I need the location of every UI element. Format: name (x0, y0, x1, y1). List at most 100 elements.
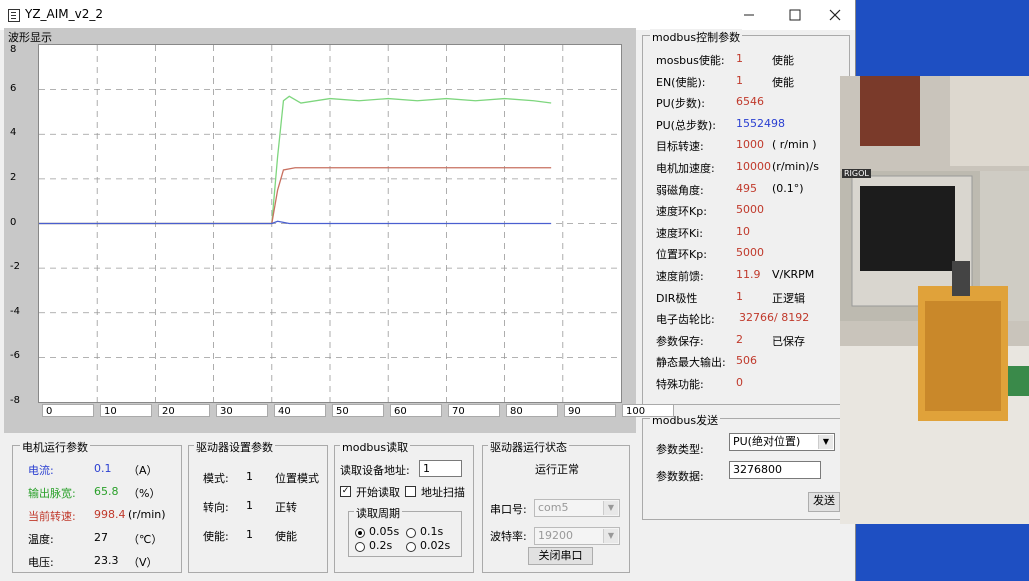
send-button[interactable]: 发送 (808, 492, 840, 512)
period-radio-3[interactable] (406, 542, 416, 552)
control-param-label: 目标转速: (656, 140, 704, 154)
start-read-checkbox[interactable]: ✓ (340, 486, 351, 497)
period-label-1: 0.1s (420, 525, 444, 538)
control-param-label: PU(步数): (656, 97, 705, 111)
period-label-2: 0.2s (369, 539, 393, 552)
period-label-3: 0.02s (420, 539, 451, 552)
minimize-button[interactable] (726, 0, 772, 30)
x-tick-label: 30 (216, 404, 268, 417)
x-tick-label: 50 (332, 404, 384, 417)
period-radio-1[interactable] (406, 528, 416, 538)
driver-setting-value: 1 (246, 470, 253, 483)
control-param-desc: (0.1°) (772, 181, 804, 195)
motor-param-value: 0.1 (94, 462, 112, 475)
y-tick-label: -2 (10, 261, 20, 273)
control-param-label: 特殊功能: (656, 378, 704, 391)
control-param-label: EN(使能): (656, 75, 706, 89)
period-radio-0[interactable] (355, 528, 365, 538)
window-title: YZ_AIM_v2_2 (25, 7, 104, 21)
control-param-value: 11.9 (736, 268, 761, 281)
y-tick-label: -4 (10, 305, 20, 317)
x-tick-label: 80 (506, 404, 558, 417)
driver-setting-value: 1 (246, 499, 253, 512)
modbus-control-title: modbus控制参数 (650, 29, 743, 45)
driver-setting-label: 模式: (203, 472, 229, 485)
driver-setting-desc: 正转 (275, 501, 297, 514)
x-tick-label: 40 (274, 404, 326, 417)
waveform-label: 波形显示 (8, 31, 52, 44)
x-tick-label: 70 (448, 404, 500, 417)
series-line-1 (39, 167, 552, 225)
param-data-input[interactable]: 3276800 (729, 461, 821, 479)
motor-param-label: 输出脉宽: (28, 487, 76, 500)
control-param-value: 1 (736, 73, 743, 87)
close-port-button[interactable]: 关闭串口 (528, 547, 593, 565)
camera-video: RIGOL (840, 76, 1029, 524)
control-param-label: PU(总步数): (656, 118, 716, 132)
driver-status-text: 运行正常 (535, 463, 579, 476)
y-tick-label: -6 (10, 350, 20, 362)
control-param-value: 10000 (736, 160, 771, 173)
driver-setting-label: 转向: (203, 501, 229, 514)
control-param-value: 5000 (736, 246, 764, 260)
motor-param-unit: (r/min) (128, 508, 166, 521)
y-tick-label: 2 (10, 171, 17, 183)
control-param-value: 506 (736, 354, 757, 368)
period-radio-2[interactable] (355, 542, 365, 552)
x-tick-label: 10 (100, 404, 152, 417)
control-param-value: 1 (736, 289, 743, 303)
control-param-value: 1 (736, 52, 743, 65)
start-read-label: 开始读取 (356, 486, 400, 499)
motor-param-label: 电流: (28, 464, 54, 477)
app-icon (8, 9, 20, 22)
port-label: 串口号: (490, 503, 527, 516)
baud-value: 19200 (538, 529, 573, 542)
baud-select[interactable]: 19200 ▼ (534, 527, 620, 545)
control-param-desc: 使能 (772, 75, 794, 89)
motor-param-label: 当前转速: (28, 510, 76, 523)
baud-label: 波特率: (490, 530, 527, 543)
driver-setting-desc: 使能 (275, 530, 297, 543)
control-param-value: 6546 (736, 95, 764, 109)
param-type-select[interactable]: PU(绝对位置) ▼ (729, 433, 835, 451)
control-param-label: DIR极性 (656, 291, 698, 305)
x-tick-label: 90 (564, 404, 616, 417)
read-address-input[interactable]: 1 (419, 460, 462, 477)
close-button[interactable] (812, 0, 858, 30)
camera-scene-svg (840, 76, 1029, 524)
motor-param-value: 998.4 (94, 508, 126, 521)
control-param-desc: V/KRPM (772, 268, 815, 281)
control-param-label: 速度前馈: (656, 270, 704, 283)
motor-param-label: 电压: (28, 556, 54, 569)
x-tick-label: 100 (622, 404, 674, 417)
series-line-2 (39, 220, 552, 225)
motor-param-value: 65.8 (94, 485, 119, 498)
address-scan-checkbox[interactable] (405, 486, 416, 497)
param-data-label: 参数数据: (656, 470, 704, 483)
modbus-control-group (642, 35, 850, 405)
chevron-down-icon: ▼ (603, 529, 618, 543)
x-tick-label: 20 (158, 404, 210, 417)
motor-param-unit: （A） (128, 464, 158, 477)
motor-param-unit: （%） (128, 487, 161, 500)
motor-params-title: 电机运行参数 (20, 439, 90, 455)
read-address-label: 读取设备地址: (340, 464, 410, 477)
chevron-down-icon: ▼ (818, 435, 833, 449)
control-param-label: 静态最大输出: (656, 356, 726, 370)
series-line-0 (39, 95, 552, 225)
title-bar: YZ_AIM_v2_2 (0, 0, 855, 30)
waveform-plot (38, 44, 622, 403)
param-type-label: 参数类型: (656, 443, 704, 456)
waveform-svg (39, 45, 621, 402)
port-select[interactable]: com5 ▼ (534, 499, 620, 517)
driver-setting-value: 1 (246, 528, 253, 541)
control-param-desc: ( r/min ) (772, 138, 817, 152)
y-tick-label: 8 (10, 44, 17, 55)
read-period-title: 读取周期 (354, 505, 402, 521)
y-tick-label: 6 (10, 82, 17, 94)
control-param-value: 1552498 (736, 116, 785, 130)
control-param-label: 电子齿轮比: (656, 313, 715, 327)
control-param-desc: 正逻辑 (772, 291, 805, 305)
motor-param-unit: （℃） (128, 533, 163, 546)
control-param-value: 2 (736, 332, 743, 346)
